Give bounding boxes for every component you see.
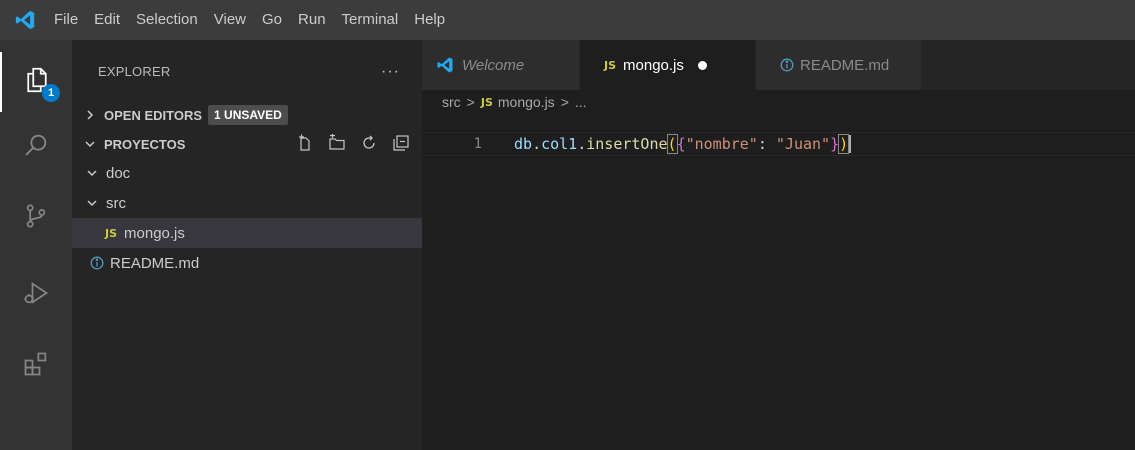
code-token: ( <box>666 133 678 154</box>
run-debug-icon <box>22 279 50 312</box>
menu-view[interactable]: View <box>206 0 254 40</box>
more-actions-icon[interactable]: ··· <box>381 63 400 81</box>
source-control-icon <box>22 202 50 235</box>
tree-item-label: README.md <box>110 254 200 272</box>
breadcrumb: src > JS mongo.js > ... <box>422 90 587 114</box>
folder-label: PROYECTOS <box>104 136 186 152</box>
info-icon <box>780 58 794 72</box>
extensions-icon <box>22 350 50 383</box>
new-file-icon[interactable] <box>296 134 314 155</box>
tab-readme[interactable]: README.md <box>756 40 922 90</box>
code-token: } <box>830 134 840 153</box>
tab-label: mongo.js <box>623 56 684 74</box>
activity-extensions[interactable] <box>0 336 72 396</box>
chevron-right-icon <box>82 109 98 121</box>
editor-area: Welcome JS mongo.js README.md src > JS m… <box>422 40 1135 450</box>
menu-help[interactable]: Help <box>406 0 453 40</box>
menu-terminal[interactable]: Terminal <box>334 0 407 40</box>
unsaved-dot-icon[interactable] <box>697 60 707 70</box>
code-token: col1 <box>541 134 578 153</box>
code-token: { <box>676 134 686 153</box>
unsaved-badge: 1 UNSAVED <box>208 105 288 125</box>
activity-bar: 1 <box>0 40 72 450</box>
code-token: insertOne <box>586 134 668 153</box>
activity-source-control[interactable] <box>0 188 72 248</box>
tab-label: Welcome <box>462 56 525 74</box>
folder-actions <box>296 131 410 157</box>
js-file-icon: JS <box>604 58 617 72</box>
breadcrumb-file[interactable]: mongo.js <box>498 94 555 110</box>
new-folder-icon[interactable] <box>328 132 346 155</box>
chevron-down-icon <box>86 197 98 209</box>
open-editors-section[interactable]: OPEN EDITORS 1 UNSAVED <box>72 102 422 128</box>
menu-go[interactable]: Go <box>254 0 290 40</box>
collapse-all-icon[interactable] <box>392 134 410 155</box>
tab-label: README.md <box>800 56 890 74</box>
tab-welcome[interactable]: Welcome <box>422 40 580 90</box>
menu-run[interactable]: Run <box>290 0 334 40</box>
code-token: . <box>577 134 587 153</box>
code-token: ) <box>838 133 850 154</box>
explorer-header: EXPLORER ··· <box>72 40 422 103</box>
menu-selection[interactable]: Selection <box>128 0 206 40</box>
vscode-logo-icon <box>436 56 454 74</box>
line-number: 1 <box>473 136 482 152</box>
editor-tabs: Welcome JS mongo.js README.md <box>422 40 1135 90</box>
explorer-sidebar: EXPLORER ··· OPEN EDITORS 1 UNSAVED PROY… <box>72 40 422 450</box>
folder-section[interactable]: PROYECTOS <box>72 131 422 157</box>
text-cursor <box>849 135 852 154</box>
code-token: "nombre" <box>685 134 758 153</box>
code-line[interactable]: 1 db.col1.insertOne({"nombre": "Juan"}) <box>422 132 1135 156</box>
explorer-badge: 1 <box>42 84 60 102</box>
open-editors-label: OPEN EDITORS <box>104 107 203 123</box>
tab-mongo-js[interactable]: JS mongo.js <box>580 40 756 90</box>
refresh-icon[interactable] <box>360 134 378 155</box>
code-token: . <box>532 134 542 153</box>
tree-item-doc[interactable]: doc <box>72 158 422 188</box>
code-token: : <box>757 134 776 153</box>
info-icon <box>90 256 104 270</box>
breadcrumb-separator: > <box>466 94 475 110</box>
chevron-down-icon <box>86 167 98 179</box>
activity-search[interactable] <box>0 117 72 177</box>
tree-item-readme[interactable]: README.md <box>72 248 422 278</box>
vscode-logo-icon <box>0 0 50 40</box>
tree-item-mongo-js[interactable]: JS mongo.js <box>72 218 422 248</box>
chevron-down-icon <box>82 138 98 150</box>
menu-edit[interactable]: Edit <box>86 0 128 40</box>
menu-bar: File Edit Selection View Go Run Terminal… <box>0 0 1135 40</box>
tree-item-label: mongo.js <box>124 224 185 242</box>
menu-file[interactable]: File <box>50 0 86 40</box>
js-file-icon: JS <box>480 95 493 109</box>
tree-item-src[interactable]: src <box>72 188 422 218</box>
code-token: "Juan" <box>775 134 831 153</box>
tree-item-label: doc <box>106 164 131 182</box>
explorer-title: EXPLORER <box>98 64 171 79</box>
code-text[interactable]: db.col1.insertOne({"nombre": "Juan"}) <box>514 133 852 154</box>
breadcrumb-folder[interactable]: src <box>442 94 461 110</box>
activity-explorer[interactable]: 1 <box>0 52 72 112</box>
search-icon <box>22 131 50 164</box>
activity-run-debug[interactable] <box>0 265 72 325</box>
tree-item-label: src <box>106 194 126 212</box>
breadcrumb-symbols[interactable]: ... <box>575 94 587 110</box>
code-token: db <box>514 134 533 153</box>
js-file-icon: JS <box>105 226 118 240</box>
breadcrumb-separator: > <box>560 94 569 110</box>
